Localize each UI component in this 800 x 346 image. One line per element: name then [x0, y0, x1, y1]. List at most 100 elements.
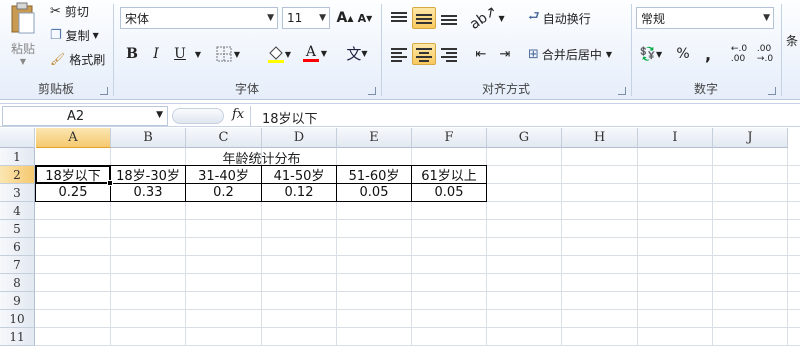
column-header-h[interactable]: H: [562, 128, 638, 148]
number-format-combo[interactable]: 常规 ▼: [636, 7, 774, 29]
format-painter-button[interactable]: 🖌 格式刷: [50, 50, 105, 68]
wrap-text-button[interactable]: ⮐ 自动换行: [528, 8, 591, 28]
merge-center-button[interactable]: ⊞ 合并后居中 ▼: [528, 44, 612, 64]
cell-row3-a[interactable]: 0.25: [35, 183, 111, 202]
font-size-value: 11: [287, 11, 303, 25]
bold-button[interactable]: B: [122, 44, 142, 64]
row-header-4[interactable]: 4: [0, 202, 35, 220]
column-header-c[interactable]: C: [186, 128, 262, 148]
comma-button[interactable]: ,: [698, 44, 718, 64]
cell-row2-b[interactable]: 18岁-30岁: [110, 165, 186, 184]
cell-row2-e[interactable]: 51-60岁: [336, 165, 412, 184]
font-launcher-icon[interactable]: [368, 87, 376, 95]
currency-button[interactable]: 💱 ▼: [636, 44, 666, 64]
increase-decimal-button[interactable]: ←.0.00: [728, 44, 750, 64]
row-header-1[interactable]: 1: [0, 148, 35, 166]
row-header-5[interactable]: 5: [0, 220, 35, 238]
column-header-f[interactable]: F: [412, 128, 487, 148]
formula-bar-splitter[interactable]: [172, 108, 224, 124]
phonetic-button[interactable]: 文 ▼: [342, 42, 372, 64]
cell-row3-d[interactable]: 0.12: [261, 183, 337, 202]
chevron-down-icon[interactable]: ▼: [763, 13, 770, 23]
formula-bar: A2 ▼ fx 18岁以下: [0, 103, 800, 127]
row-header-9[interactable]: 9: [0, 292, 35, 310]
conditional-format-button[interactable]: 条: [784, 30, 800, 50]
cell-row2-c[interactable]: 31-40岁: [185, 165, 262, 184]
worksheet-grid[interactable]: ABCDEFGHIJ 1 2 3 4 5 6 7 8 9 10 11 年龄统计分布 18岁以下 18岁…: [0, 128, 800, 346]
borders-button[interactable]: ▼: [214, 44, 242, 64]
name-box[interactable]: A2 ▼: [2, 106, 168, 126]
fill-color-button[interactable]: ▼: [264, 44, 294, 64]
font-color-button[interactable]: A ▼: [300, 42, 330, 64]
chevron-down-icon[interactable]: ▼: [156, 110, 163, 120]
increase-indent-button[interactable]: ⇥: [494, 44, 516, 64]
column-header-b[interactable]: B: [111, 128, 186, 148]
formula-input[interactable]: 18岁以下: [262, 108, 318, 127]
align-center-icon: [416, 47, 432, 62]
underline-button[interactable]: U: [170, 44, 190, 64]
chevron-down-icon[interactable]: ▼: [319, 13, 326, 23]
increase-indent-icon: ⇥: [499, 46, 511, 62]
column-header-a[interactable]: A: [36, 128, 111, 148]
copy-button[interactable]: ❐ 复制 ▼: [50, 26, 99, 44]
paste-dropdown-icon[interactable]: ▼: [20, 57, 26, 66]
formula-divider: [250, 106, 251, 126]
paste-button[interactable]: 粘贴 ▼: [4, 2, 42, 66]
align-bottom-button[interactable]: [438, 8, 460, 28]
paste-icon: [11, 2, 35, 34]
font-group: 宋体 ▼ 11 ▼ A ▲ A ▼ B I U ▼ ▼ ▼ A ▼ 文 ▼ 字体: [114, 0, 380, 100]
cell-row2-f[interactable]: 61岁以上: [411, 165, 487, 184]
row-header-6[interactable]: 6: [0, 238, 35, 256]
fill-handle[interactable]: [107, 180, 113, 186]
merge-center-label: 合并后居中: [541, 47, 602, 62]
align-top-icon: [391, 11, 407, 25]
clipboard-launcher-icon[interactable]: [100, 87, 108, 95]
cell-row3-f[interactable]: 0.05: [411, 183, 487, 202]
column-header-d[interactable]: D: [262, 128, 337, 148]
underline-dropdown-icon[interactable]: ▼: [192, 44, 204, 64]
column-header-g[interactable]: G: [487, 128, 562, 148]
number-launcher-icon[interactable]: [768, 87, 776, 95]
row-header-11[interactable]: 11: [0, 328, 35, 346]
align-right-button[interactable]: [438, 44, 460, 64]
copy-dropdown-icon[interactable]: ▼: [93, 31, 99, 40]
column-header-e[interactable]: E: [337, 128, 412, 148]
fill-color-swatch: [267, 60, 284, 63]
cell-row3-e[interactable]: 0.05: [336, 183, 412, 202]
cell-row3-c[interactable]: 0.2: [185, 183, 262, 202]
row-header-2[interactable]: 2: [0, 166, 35, 184]
row-header-3[interactable]: 3: [0, 184, 35, 202]
decrease-decimal-button[interactable]: .00 →.0: [754, 44, 776, 64]
alignment-launcher-icon[interactable]: [618, 87, 626, 95]
column-header-j[interactable]: J: [713, 128, 788, 148]
shrink-font-button[interactable]: A ▼: [356, 8, 374, 28]
grow-font-button[interactable]: A ▲: [336, 8, 354, 28]
percent-button[interactable]: %: [672, 44, 694, 64]
cell-row2-d[interactable]: 41-50岁: [261, 165, 337, 184]
select-all-corner[interactable]: [0, 128, 35, 148]
italic-button[interactable]: I: [146, 44, 166, 64]
wrap-text-label: 自动换行: [542, 11, 591, 26]
align-top-button[interactable]: [388, 8, 410, 28]
row-header-10[interactable]: 10: [0, 310, 35, 328]
row-header-7[interactable]: 7: [0, 256, 35, 274]
insert-function-button[interactable]: fx: [232, 107, 244, 122]
shrink-font-label: A: [357, 11, 367, 25]
table-title[interactable]: 年龄统计分布: [36, 148, 487, 167]
column-header-i[interactable]: I: [638, 128, 713, 148]
align-left-button[interactable]: [388, 44, 410, 64]
caret-down-icon: ▼: [366, 13, 373, 23]
row-header-8[interactable]: 8: [0, 274, 35, 292]
chevron-down-icon[interactable]: ▼: [267, 13, 274, 23]
cut-button[interactable]: ✂ 剪切: [50, 2, 89, 20]
align-center-button[interactable]: [412, 43, 436, 65]
cell-row3-b[interactable]: 0.33: [110, 183, 186, 202]
decrease-indent-button[interactable]: ⇤: [470, 44, 492, 64]
font-size-combo[interactable]: 11 ▼: [282, 7, 330, 29]
font-name-combo[interactable]: 宋体 ▼: [120, 7, 278, 29]
orientation-button[interactable]: ab↗ ▼: [467, 3, 504, 33]
cell-row2-a[interactable]: 18岁以下: [35, 165, 111, 184]
align-middle-button[interactable]: [412, 7, 436, 29]
borders-icon: [216, 46, 232, 62]
alignment-group: ab↗ ▼ ⮐ 自动换行 ⇤ ⇥ ⊞ 合并后居中 ▼ 对齐方式: [382, 0, 630, 100]
